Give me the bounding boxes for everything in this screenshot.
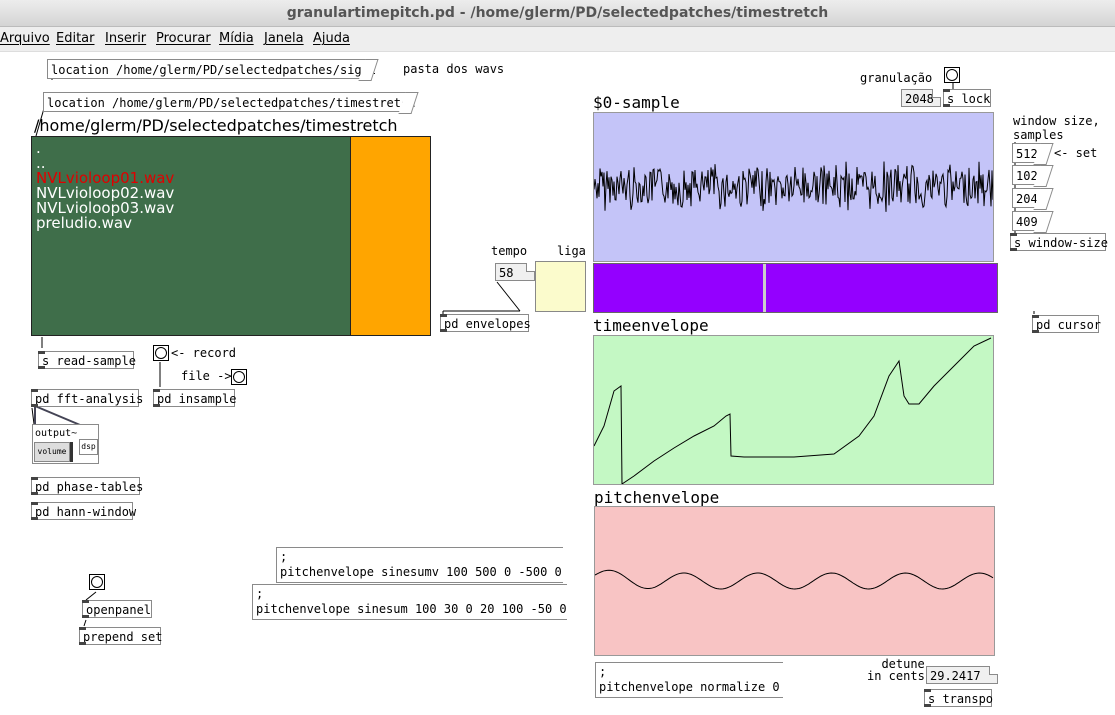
sample-graph[interactable] [593, 112, 994, 262]
detune-number[interactable]: 29.2417 [926, 666, 998, 684]
liga-comment: liga [557, 244, 586, 258]
s-transpo-object[interactable]: s transpo [924, 689, 993, 707]
pitch-normalize-message[interactable]: ; pitchenvelope normalize 0 [595, 662, 783, 698]
pd-envelopes-object[interactable]: pd envelopes [440, 314, 531, 332]
prepend-set-object[interactable]: prepend set [79, 627, 162, 645]
s-window-size-object[interactable]: s window-size [1010, 233, 1108, 251]
pitchenvelope-graph[interactable] [594, 506, 995, 656]
bang-circle-icon [233, 371, 245, 383]
window-size-2048[interactable]: 2048 [1012, 188, 1054, 210]
volume-slider[interactable]: volume [34, 442, 70, 462]
liga-toggle[interactable] [535, 261, 586, 312]
playback-cursor [763, 264, 767, 312]
pitch-sinesum-message[interactable]: ; pitchenvelope sinesum 100 30 0 20 100 … [252, 584, 567, 620]
tempo-comment: tempo [491, 244, 528, 258]
pasta-comment: pasta dos wavs [403, 62, 505, 76]
menu-arquivo[interactable]: Arquivo [0, 31, 50, 46]
menu-procurar[interactable]: Procurar [156, 31, 211, 46]
timeenvelope-curve [594, 337, 992, 484]
record-bang[interactable] [153, 345, 169, 361]
openpanel-object[interactable]: openpanel [82, 600, 152, 618]
window-size-512[interactable]: 512 [1012, 143, 1054, 165]
menu-editar[interactable]: Editar [56, 31, 95, 46]
file-comment: file -> [181, 369, 232, 383]
granulacao-bang[interactable] [944, 67, 960, 83]
window-title: granulartimepitch.pd - /home/glerm/PD/se… [0, 0, 1115, 27]
dsp-toggle[interactable]: dsp [79, 439, 98, 455]
file-entry[interactable]: . [36, 141, 346, 156]
bang-circle-icon [91, 576, 103, 588]
granulacao-comment: granulação [860, 71, 933, 85]
pitch-sinesumv-message[interactable]: ; pitchenvelope sinesumv 100 500 0 -500 … [276, 547, 563, 583]
pd-fft-analysis-object[interactable]: pd fft-analysis [31, 389, 143, 407]
filebrowser-list[interactable]: ... NVLvioloop01.wav NVLvioloop02.wav NVLvi… [31, 136, 351, 336]
pd-phase-tables-object[interactable]: pd phase-tables [31, 477, 143, 495]
tempo-number[interactable]: 58 [495, 263, 535, 281]
window-size-comment: window size, samples [1013, 114, 1100, 142]
output-label: output~ [35, 428, 78, 439]
sample-graph-label: $0-sample [593, 93, 680, 112]
bang-circle-icon [155, 347, 167, 359]
cursor-array[interactable] [593, 263, 998, 313]
pd-insample-object[interactable]: pd insample [153, 389, 236, 407]
pd-hann-window-object[interactable]: pd hann-window [31, 502, 136, 520]
window-size-1024[interactable]: 1024 [1012, 165, 1054, 187]
pitchenvelope-curve [595, 569, 994, 590]
location-timestretch-message[interactable]: location /home/glerm/PD/selectedpatches/… [43, 92, 419, 114]
file-bang[interactable] [231, 369, 247, 385]
menu-janela[interactable]: Janela [264, 31, 304, 46]
granulacao-number[interactable]: 2048 [901, 89, 941, 107]
timeenvelope-label: timeenvelope [593, 316, 709, 335]
output-abstraction[interactable]: output~ volume dsp [32, 424, 99, 464]
file-entry[interactable]: preludio.wav [36, 216, 346, 231]
pd-cursor-object[interactable]: pd cursor [1032, 315, 1101, 333]
menu-inserir[interactable]: Inserir [105, 31, 146, 46]
s-lock-object[interactable]: s lock [943, 89, 991, 107]
patch-canvas[interactable]: location /home/glerm/PD/selectedpatches/… [0, 52, 1115, 715]
detune-comment: detune in cents [867, 657, 925, 683]
volume-slider-handle[interactable] [70, 442, 73, 462]
menu-bar: Arquivo Editar Inserir Procurar Mídia Ja… [0, 27, 1115, 52]
pitchenvelope-label: pitchenvelope [594, 488, 720, 507]
openpanel-bang[interactable] [89, 574, 105, 590]
timeenvelope-graph[interactable] [593, 335, 994, 485]
location-sigil-message[interactable]: location /home/glerm/PD/selectedpatches/… [47, 59, 379, 81]
filebrowser-path: /home/glerm/PD/selectedpatches/timestret… [34, 116, 398, 135]
sample-waveform [594, 161, 993, 212]
menu-midia[interactable]: Mídia [219, 31, 254, 46]
filebrowser-scrollbar[interactable] [350, 136, 431, 336]
set-comment: <- set [1054, 146, 1098, 160]
record-comment: <- record [171, 346, 237, 360]
menu-ajuda[interactable]: Ajuda [313, 31, 350, 46]
window-size-4096[interactable]: 4096 [1012, 211, 1054, 233]
bang-circle-icon [946, 69, 958, 81]
s-read-sample-object[interactable]: s read-sample [38, 351, 136, 369]
